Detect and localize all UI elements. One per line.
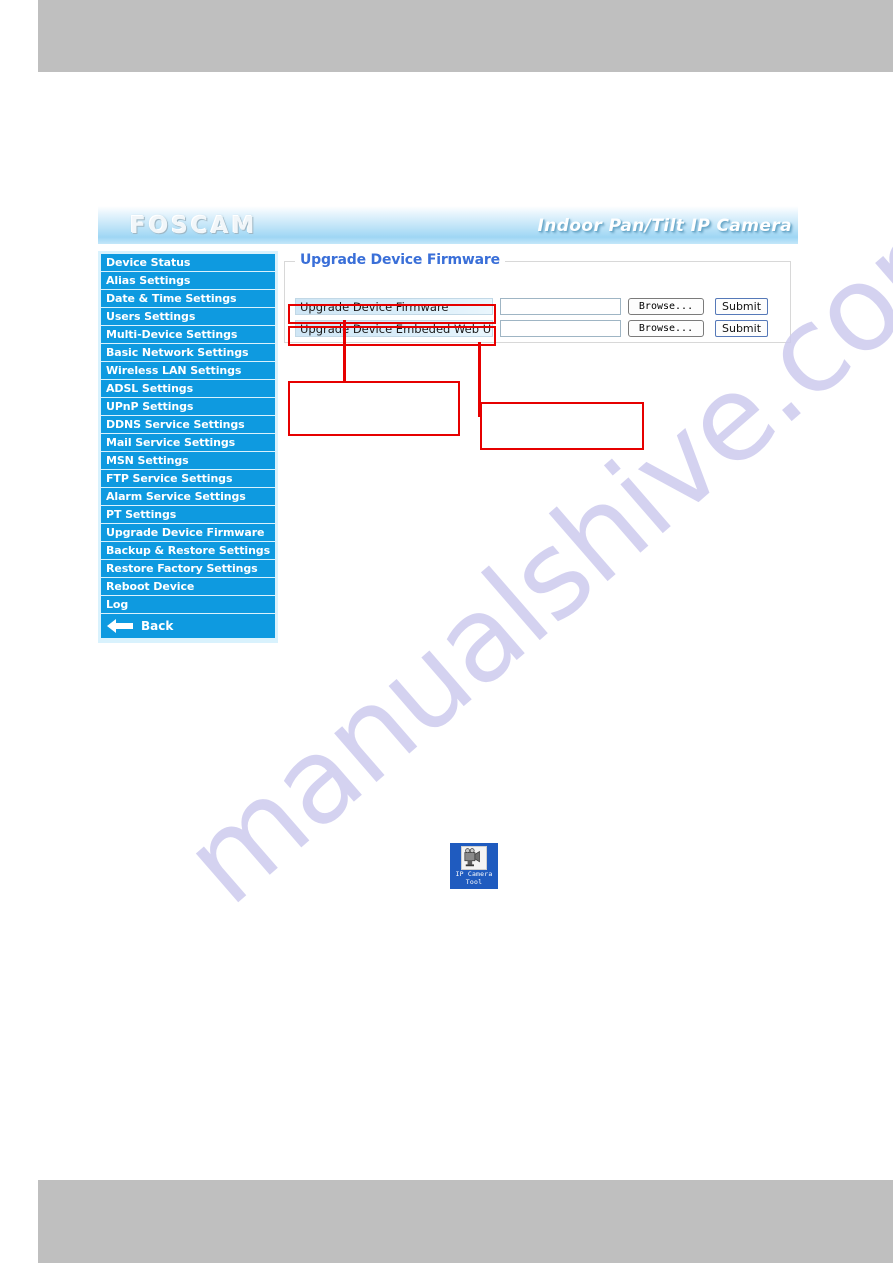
browse-firmware-button[interactable]: Browse... (628, 298, 704, 315)
sidebar-nav: Device Status Alias Settings Date & Time… (98, 251, 278, 643)
submit-firmware-button[interactable]: Submit (715, 298, 768, 315)
ui-header-banner: FOSCAM Indoor Pan/Tilt IP Camera (98, 206, 798, 246)
sidebar-item-date-time-settings[interactable]: Date & Time Settings (101, 290, 275, 307)
label-upgrade-device-embeded-web-ui: Upgrade Device Embeded Web UI (295, 320, 493, 337)
upgrade-firmware-panel: Upgrade Device Firmware Upgrade Device F… (284, 252, 791, 343)
ui-body: Device Status Alias Settings Date & Time… (98, 246, 798, 646)
browse-webui-button[interactable]: Browse... (628, 320, 704, 337)
sidebar-item-mail-service-settings[interactable]: Mail Service Settings (101, 434, 275, 451)
page-header-band (38, 0, 893, 72)
sidebar-item-ftp-service-settings[interactable]: FTP Service Settings (101, 470, 275, 487)
sidebar-item-msn-settings[interactable]: MSN Settings (101, 452, 275, 469)
camera-web-ui-screenshot: FOSCAM Indoor Pan/Tilt IP Camera Device … (98, 206, 798, 646)
sidebar-item-multi-device-settings[interactable]: Multi-Device Settings (101, 326, 275, 343)
sidebar-item-pt-settings[interactable]: PT Settings (101, 506, 275, 523)
ip-camera-tool-icon (461, 846, 487, 870)
submit-webui-button[interactable]: Submit (715, 320, 768, 337)
page-title: Upgrade Device Firmware (295, 252, 505, 268)
row-upgrade-device-embeded-web-ui: Upgrade Device Embeded Web UI Browse... … (295, 320, 785, 337)
sidebar-item-restore-factory-settings[interactable]: Restore Factory Settings (101, 560, 275, 577)
sidebar-item-ddns-service-settings[interactable]: DDNS Service Settings (101, 416, 275, 433)
sidebar-item-device-status[interactable]: Device Status (101, 254, 275, 271)
sidebar-item-alarm-service-settings[interactable]: Alarm Service Settings (101, 488, 275, 505)
sidebar-item-backup-restore-settings[interactable]: Backup & Restore Settings (101, 542, 275, 559)
foscam-logo: FOSCAM (130, 213, 258, 239)
sidebar-item-upgrade-device-firmware[interactable]: Upgrade Device Firmware (101, 524, 275, 541)
ip-camera-tool-label-line1: IP Camera (455, 870, 493, 878)
sidebar-back-button[interactable]: Back (101, 614, 275, 638)
sidebar-item-reboot-device[interactable]: Reboot Device (101, 578, 275, 595)
sidebar-item-log[interactable]: Log (101, 596, 275, 613)
sidebar-item-users-settings[interactable]: Users Settings (101, 308, 275, 325)
ip-camera-tool-desktop-icon[interactable]: IP Camera Tool (450, 843, 498, 889)
sidebar-item-basic-network-settings[interactable]: Basic Network Settings (101, 344, 275, 361)
row-upgrade-device-firmware: Upgrade Device Firmware Browse... Submit (295, 298, 785, 315)
sidebar-item-wireless-lan-settings[interactable]: Wireless LAN Settings (101, 362, 275, 379)
sidebar-item-upnp-settings[interactable]: UPnP Settings (101, 398, 275, 415)
webui-file-input[interactable] (500, 320, 621, 337)
firmware-file-input[interactable] (500, 298, 621, 315)
sidebar-back-label: Back (141, 619, 174, 633)
product-title: Indoor Pan/Tilt IP Camera (537, 216, 792, 236)
sidebar-item-adsl-settings[interactable]: ADSL Settings (101, 380, 275, 397)
arrow-left-icon (107, 619, 133, 633)
page-footer-band (38, 1180, 893, 1263)
label-upgrade-device-firmware: Upgrade Device Firmware (295, 298, 493, 315)
main-content: Upgrade Device Firmware Upgrade Device F… (284, 251, 792, 351)
ip-camera-tool-label: IP Camera Tool (452, 870, 496, 886)
ip-camera-tool-label-line2: Tool (465, 878, 483, 886)
sidebar-item-alias-settings[interactable]: Alias Settings (101, 272, 275, 289)
